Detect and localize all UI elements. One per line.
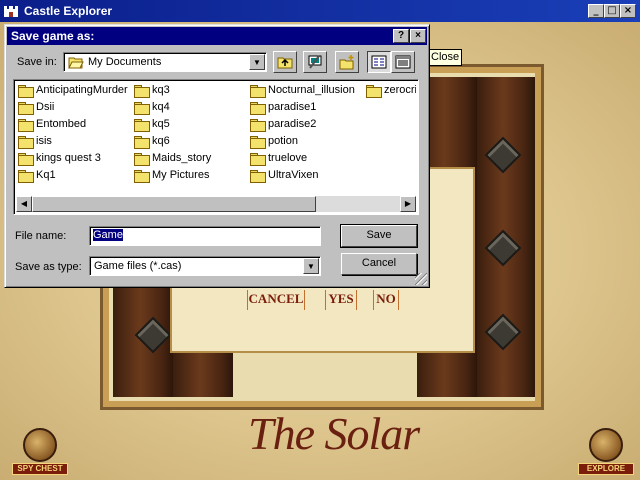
folder-icon	[134, 118, 150, 132]
castle-app-icon	[4, 6, 18, 17]
app-titlebar[interactable]: Castle Explorer _ □ ×	[0, 0, 640, 22]
save-in-label: Save in:	[17, 56, 57, 68]
app-title: Castle Explorer	[24, 4, 113, 18]
spy-chest-button[interactable]: SPY CHEST	[12, 428, 68, 475]
list-item[interactable]: paradise1	[250, 101, 316, 117]
dialog-title: Save game as:	[11, 29, 95, 43]
dialog-close-button[interactable]: ×	[410, 29, 426, 43]
close-button[interactable]: ×	[620, 4, 636, 18]
list-item[interactable]: kq3	[134, 84, 170, 100]
folder-icon	[18, 135, 34, 149]
dropdown-arrow-icon[interactable]: ▼	[249, 54, 265, 70]
folder-icon	[134, 152, 150, 166]
folder-icon	[134, 84, 150, 98]
save-as-type-label: Save as type:	[15, 261, 82, 273]
maximize-button[interactable]: □	[604, 4, 620, 18]
save-dialog: Save game as: ? × Save in: My Documents …	[4, 24, 430, 288]
explore-label: EXPLORE	[578, 463, 634, 475]
new-folder-button[interactable]	[335, 51, 359, 73]
scroll-right-icon[interactable]: ▶	[400, 196, 416, 212]
dialog-titlebar[interactable]: Save game as: ? ×	[7, 27, 427, 45]
list-item[interactable]: Maids_story	[134, 152, 211, 168]
save-in-dropdown[interactable]: My Documents ▼	[63, 52, 267, 72]
folder-icon	[250, 169, 266, 183]
details-view-button[interactable]	[391, 51, 415, 73]
folder-icon	[366, 84, 382, 98]
list-item[interactable]: kings quest 3	[18, 152, 101, 168]
folder-icon	[18, 169, 34, 183]
game-no-button[interactable]: NO	[373, 290, 399, 310]
list-item[interactable]: kq4	[134, 101, 170, 117]
file-name-input[interactable]: Game	[89, 226, 321, 246]
desktop-button[interactable]	[303, 51, 327, 73]
folder-icon	[250, 118, 266, 132]
desktop-icon	[308, 55, 322, 69]
folder-icon	[250, 84, 266, 98]
save-in-value: My Documents	[88, 56, 162, 68]
list-item[interactable]: kq5	[134, 118, 170, 134]
minimize-button[interactable]: _	[588, 4, 604, 18]
explore-button[interactable]: EXPLORE	[578, 428, 634, 475]
file-list[interactable]: AnticipatingMurder Dsii Entombed isis ki…	[13, 79, 419, 215]
chest-icon	[23, 428, 57, 462]
folder-icon	[250, 152, 266, 166]
cancel-button[interactable]: Cancel	[341, 253, 417, 275]
list-item[interactable]: Nocturnal_illusion	[250, 84, 355, 100]
new-folder-icon	[339, 55, 354, 70]
folder-icon	[134, 101, 150, 115]
save-as-type-value: Game files (*.cas)	[94, 260, 182, 272]
save-as-type-dropdown[interactable]: Game files (*.cas) ▼	[89, 256, 321, 276]
spy-chest-label: SPY CHEST	[12, 463, 68, 475]
folder-icon	[134, 169, 150, 183]
folder-icon	[250, 135, 266, 149]
list-item[interactable]: truelove	[250, 152, 307, 168]
horizontal-scrollbar[interactable]: ◀ ▶	[16, 196, 416, 212]
list-item[interactable]: zerocrit	[366, 84, 416, 100]
game-cancel-button[interactable]: CANCEL	[247, 290, 305, 310]
up-one-level-button[interactable]	[273, 51, 297, 73]
list-view-icon	[371, 55, 387, 69]
folder-icon	[18, 101, 34, 115]
brand-logo: The Solar	[248, 408, 420, 459]
folder-open-icon	[68, 57, 84, 69]
folder-icon	[18, 152, 34, 166]
list-item[interactable]: Kq1	[18, 169, 56, 185]
list-item[interactable]: paradise2	[250, 118, 316, 134]
scroll-left-icon[interactable]: ◀	[16, 196, 32, 212]
scrollbar-thumb[interactable]	[32, 196, 316, 212]
details-view-icon	[395, 55, 411, 69]
folder-icon	[18, 118, 34, 132]
list-item[interactable]: Dsii	[18, 101, 54, 117]
list-item[interactable]: Entombed	[18, 118, 86, 134]
game-yes-button[interactable]: YES	[325, 290, 357, 310]
folder-icon	[134, 135, 150, 149]
file-name-label: File name:	[15, 230, 67, 242]
folder-icon	[250, 101, 266, 115]
list-item[interactable]: UltraVixen	[250, 169, 319, 185]
list-item[interactable]: potion	[250, 135, 298, 151]
list-item[interactable]: AnticipatingMurder	[18, 84, 128, 100]
list-item[interactable]: kq6	[134, 135, 170, 151]
list-item[interactable]: My Pictures	[134, 169, 209, 185]
dropdown-arrow-icon[interactable]: ▼	[303, 258, 319, 274]
save-button[interactable]: Save	[340, 224, 418, 248]
up-folder-icon	[277, 57, 293, 69]
resize-grip[interactable]	[415, 273, 427, 285]
list-view-button[interactable]	[367, 51, 391, 73]
list-item[interactable]: isis	[18, 135, 52, 151]
help-button[interactable]: ?	[393, 29, 409, 43]
app-window: Castle Explorer _ □ × CANCEL YES NO Clos…	[0, 0, 640, 480]
folder-icon	[18, 84, 34, 98]
key-icon	[589, 428, 623, 462]
